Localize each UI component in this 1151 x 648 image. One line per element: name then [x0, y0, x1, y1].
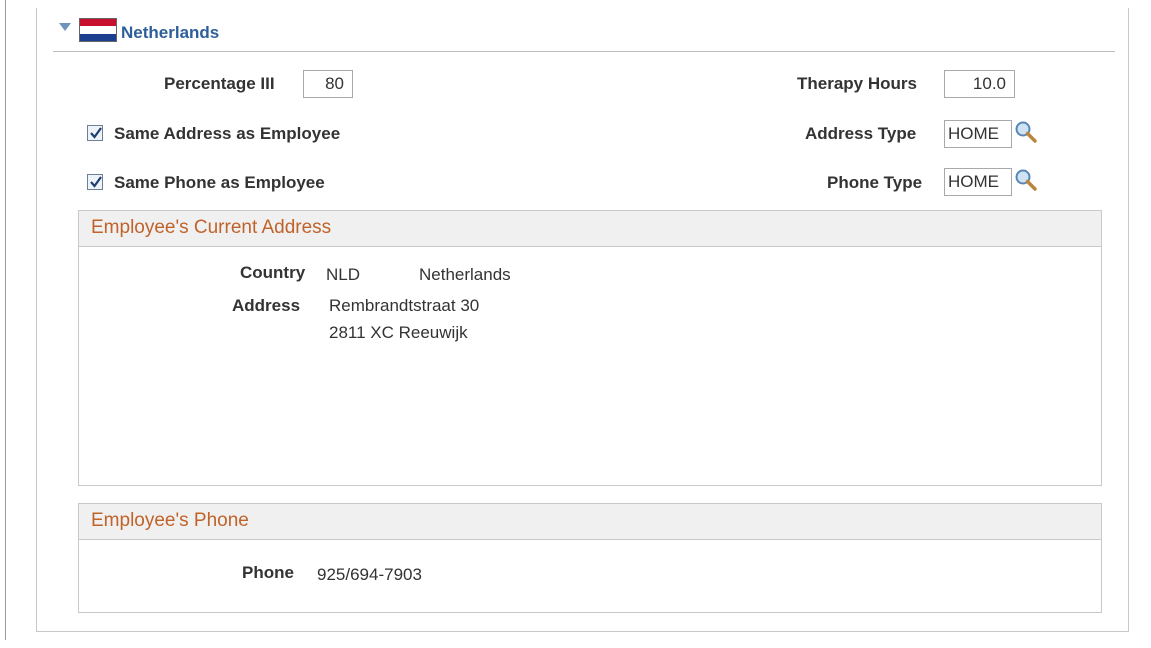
same-phone-checkbox[interactable] [87, 174, 103, 190]
address-label: Address [232, 296, 301, 315]
checkmark-icon [90, 127, 102, 139]
country-label: Country [240, 263, 306, 282]
address-type-label: Address Type [805, 124, 917, 143]
phone-type-input[interactable]: HOME [944, 168, 1012, 196]
employee-address-box: Employee's Current Address [78, 210, 1102, 486]
address-type-lookup-icon[interactable] [1014, 120, 1038, 144]
checkmark-icon [90, 176, 102, 188]
employee-address-title: Employee's Current Address [79, 211, 1101, 247]
same-address-label: Same Address as Employee [114, 124, 341, 143]
phone-type-label: Phone Type [827, 173, 923, 192]
section-divider [53, 51, 1115, 52]
netherlands-flag-icon [79, 18, 117, 42]
therapy-hours-input[interactable]: 10.0 [944, 70, 1015, 98]
page-border [5, 0, 6, 640]
therapy-hours-label: Therapy Hours [797, 74, 917, 93]
percentage-input[interactable]: 80 [303, 70, 353, 98]
same-address-checkbox[interactable] [87, 125, 103, 141]
section-header[interactable]: Netherlands [59, 15, 219, 45]
phone-label: Phone [242, 563, 294, 582]
collapse-triangle-icon[interactable] [59, 23, 71, 31]
phone-value: 925/694-7903 [317, 565, 422, 584]
country-name: Netherlands [419, 265, 511, 284]
phone-type-lookup-icon[interactable] [1014, 168, 1038, 192]
employee-phone-title: Employee's Phone [79, 504, 1101, 540]
address-type-input[interactable]: HOME [944, 120, 1012, 148]
percentage-label: Percentage III [164, 74, 275, 93]
country-code: NLD [326, 265, 361, 284]
section-title[interactable]: Netherlands [121, 23, 219, 43]
address-line-2: 2811 XC Reeuwijk [329, 323, 468, 342]
same-phone-label: Same Phone as Employee [114, 173, 325, 192]
address-line-1: Rembrandtstraat 30 [329, 296, 480, 315]
employee-phone-box: Employee's Phone [78, 503, 1102, 613]
